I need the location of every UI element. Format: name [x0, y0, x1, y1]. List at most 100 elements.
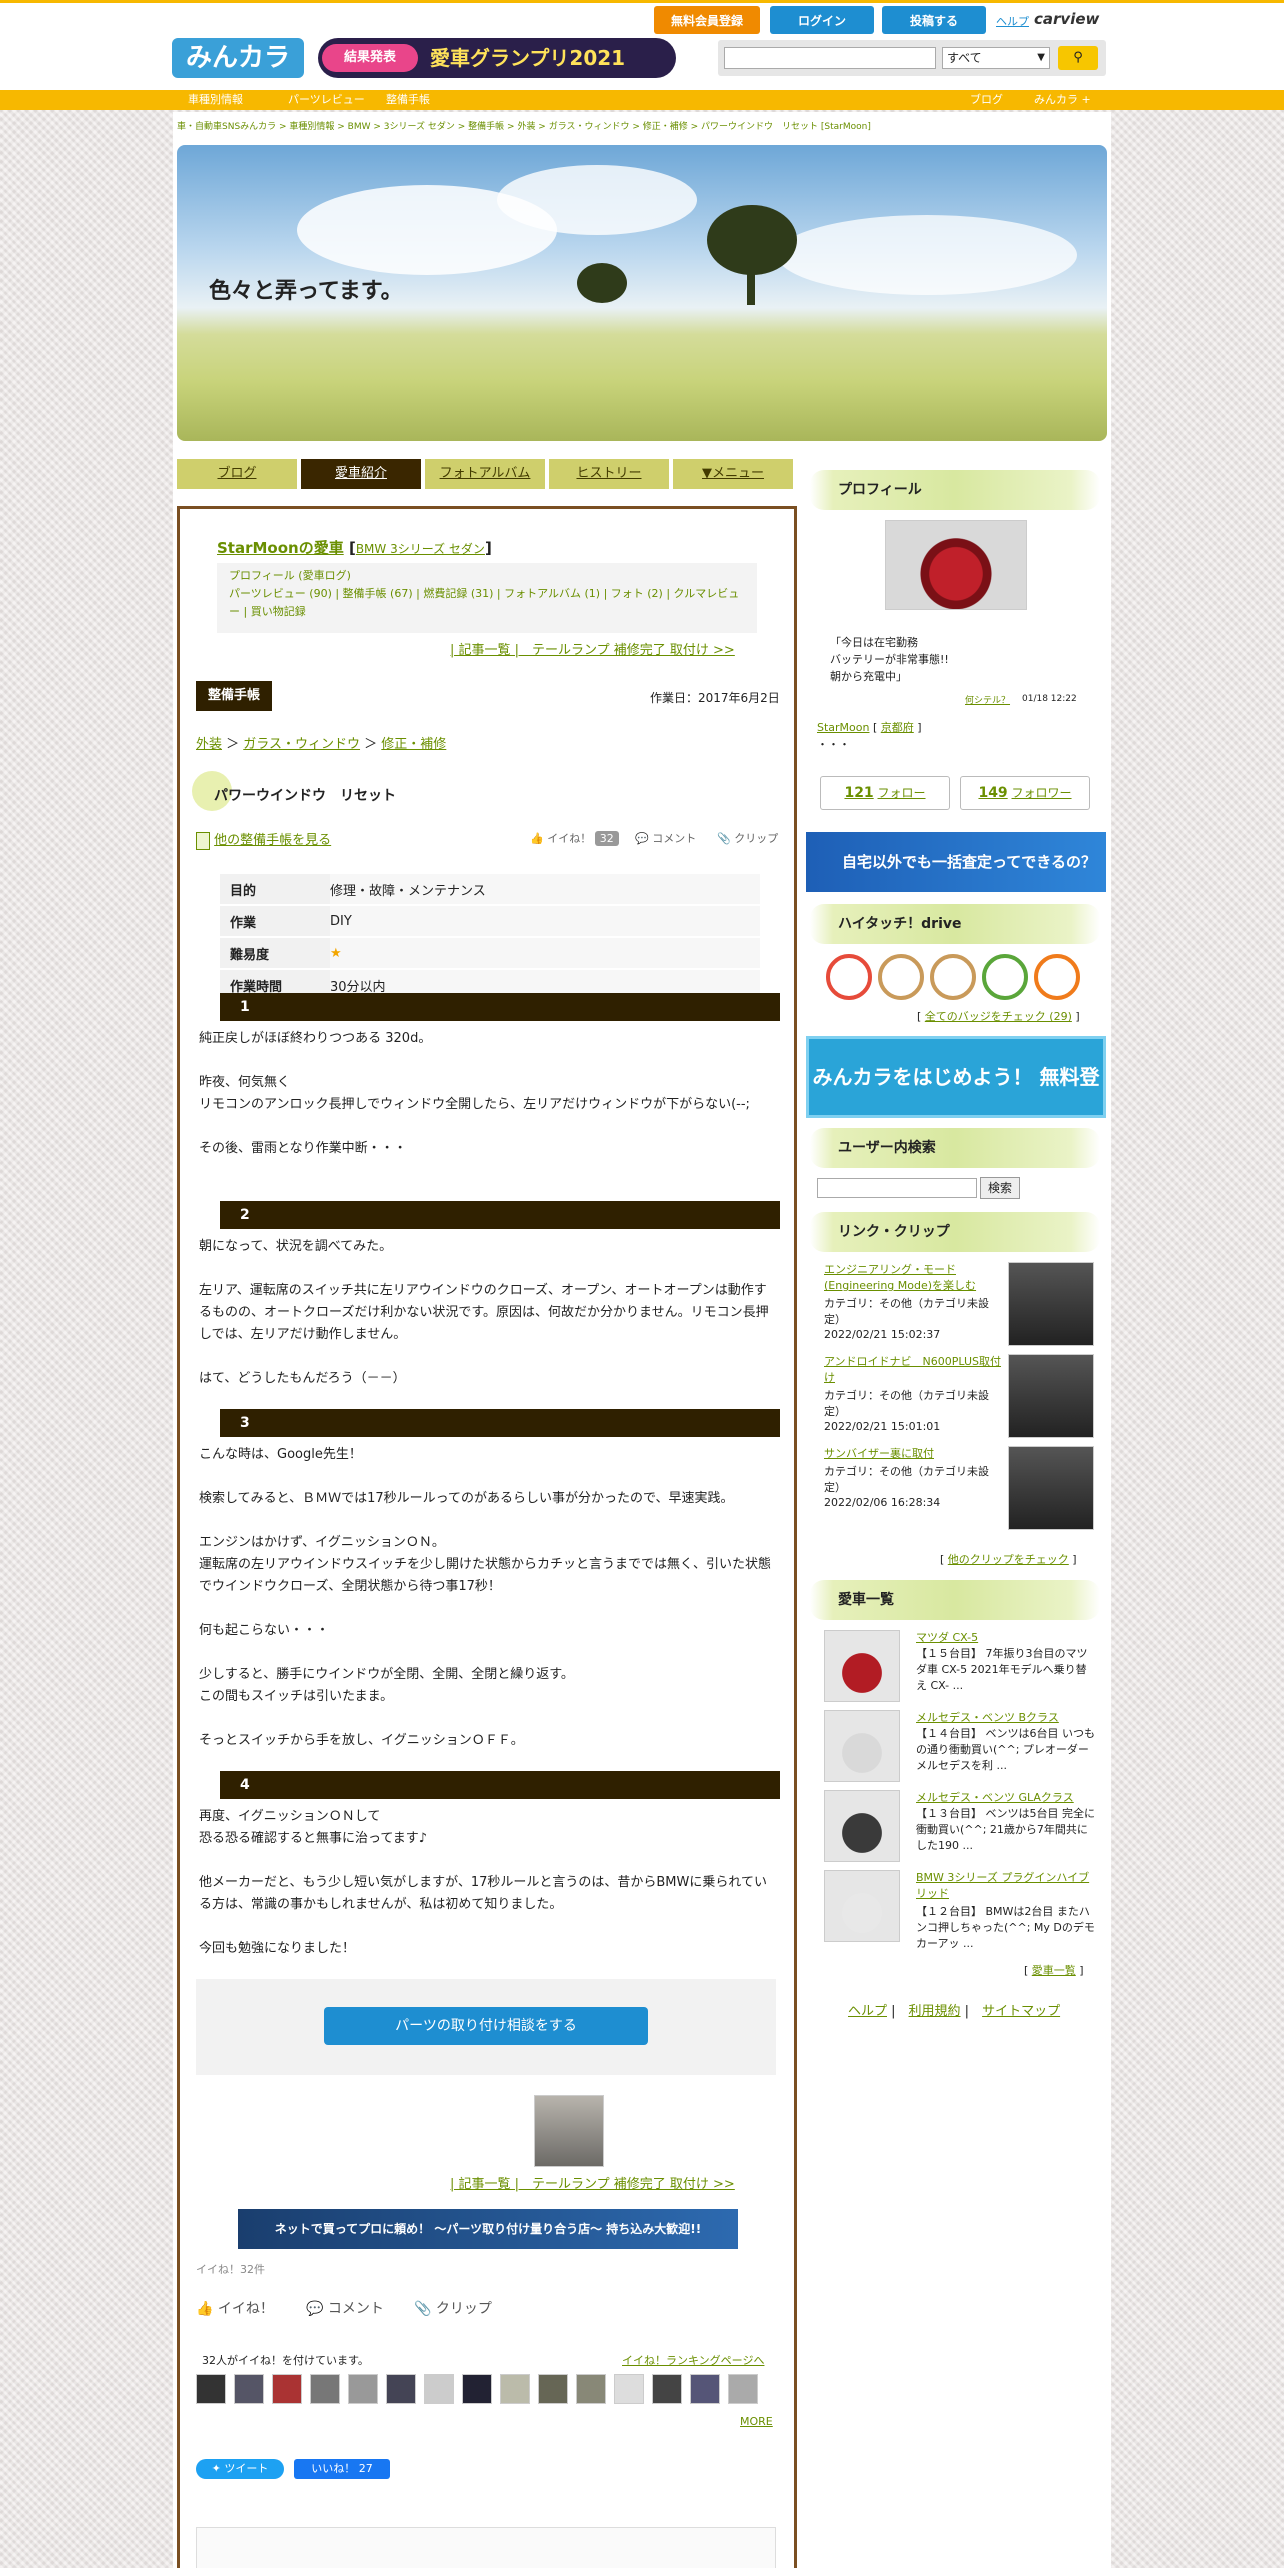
clip-title[interactable]: アンドロイドナビ N600PLUS取付け: [824, 1354, 1004, 1386]
follower-box[interactable]: 149 フォロワー: [960, 776, 1090, 810]
car-name-link[interactable]: メルセデス・ベンツ GLAクラス: [916, 1790, 1096, 1806]
site-logo[interactable]: みんカラ: [172, 38, 304, 78]
car-list-more-link[interactable]: 愛車一覧: [1032, 1964, 1076, 1977]
owner-car-link[interactable]: StarMoonの愛車: [217, 539, 344, 557]
parts-install-ad[interactable]: ネットで買ってプロに頼め！ ～パーツ取り付け量り合う店～ 持ち込み大歓迎!!: [238, 2209, 738, 2249]
tab-photo-album[interactable]: フォトアルバム: [425, 459, 545, 489]
hitouch-badge[interactable]: [878, 954, 924, 1000]
search-button[interactable]: ⚲: [1058, 46, 1098, 70]
car-name-link[interactable]: マツダ CX-5: [916, 1630, 1096, 1646]
status-link[interactable]: 何シテル？: [965, 693, 1010, 706]
liker-avatar[interactable]: [348, 2374, 378, 2404]
liker-avatar[interactable]: [462, 2374, 492, 2404]
footer-terms-link[interactable]: 利用規約: [909, 2004, 961, 2019]
user-link[interactable]: StarMoon: [817, 721, 869, 734]
related-products-strip[interactable]: [196, 2527, 776, 2568]
car-name-link[interactable]: BMW 3シリーズ プラグインハイブリッド: [916, 1870, 1096, 1902]
liker-avatar[interactable]: [538, 2374, 568, 2404]
next-article-thumbnail[interactable]: [534, 2095, 604, 2167]
car-thumbnail[interactable]: [824, 1630, 900, 1702]
hitouch-badge[interactable]: [826, 954, 872, 1000]
car-appraisal-ad[interactable]: 自宅以外でも一括査定ってできるの？: [806, 832, 1106, 892]
liker-avatar[interactable]: [424, 2374, 454, 2404]
liker-avatar[interactable]: [500, 2374, 530, 2404]
liker-avatar[interactable]: [614, 2374, 644, 2404]
clips-more-link[interactable]: 他のクリップをチェック: [948, 1553, 1069, 1566]
clip-thumbnail[interactable]: [1008, 1446, 1094, 1530]
clip-button[interactable]: 📎 クリップ: [414, 2298, 492, 2318]
tab-car-intro[interactable]: 愛車紹介: [301, 459, 421, 489]
footer-sitemap-link[interactable]: サイトマップ: [982, 2004, 1060, 2019]
article-nav-top[interactable]: | 記事一覧 | テールランプ 補修完了 取付け >>: [450, 639, 735, 658]
car-name-link[interactable]: メルセデス・ベンツ Bクラス: [916, 1710, 1096, 1726]
carview-logo[interactable]: carview: [1034, 10, 1099, 28]
liker-avatar[interactable]: [310, 2374, 340, 2404]
tab-menu[interactable]: ▼メニュー: [673, 459, 793, 489]
liker-avatar[interactable]: [652, 2374, 682, 2404]
liker-avatar[interactable]: [576, 2374, 606, 2404]
work-date: 作業日：2017年6月2日: [650, 691, 780, 705]
other-maintenance[interactable]: 他の整備手帳を見る: [196, 829, 331, 850]
car-links-box[interactable]: プロフィール (愛車ログ) パーツレビュー (90) | 整備手帳 (67) |…: [217, 563, 757, 633]
liker-avatar[interactable]: [728, 2374, 758, 2404]
article-nav-bottom[interactable]: | 記事一覧 | テールランプ 補修完了 取付け >>: [450, 2173, 735, 2192]
like-button[interactable]: 👍 イイね！: [196, 2298, 274, 2318]
liker-avatar[interactable]: [386, 2374, 416, 2404]
nav-car-info[interactable]: 車種別情報: [188, 90, 243, 110]
clip-thumbnail[interactable]: [1008, 1262, 1094, 1346]
search-category-value: すべて: [947, 51, 982, 65]
tweet-button[interactable]: ✦ ツイート: [196, 2459, 284, 2479]
nav-blog[interactable]: ブログ: [970, 90, 1003, 110]
more-likers-link[interactable]: MORE: [740, 2415, 773, 2428]
tab-history[interactable]: ヒストリー: [549, 459, 669, 489]
search-input[interactable]: [724, 47, 936, 69]
liker-avatar[interactable]: [234, 2374, 264, 2404]
category-link[interactable]: 修正・補修: [381, 737, 446, 752]
clip-title[interactable]: サンバイザー裏に取付: [824, 1446, 1004, 1462]
category-link[interactable]: 外装: [196, 737, 222, 752]
hitouch-badge[interactable]: [1034, 954, 1080, 1000]
car-thumbnail[interactable]: [824, 1790, 900, 1862]
like-ranking-link[interactable]: イイね！ランキングページへ: [622, 2352, 764, 2368]
car-thumbnail[interactable]: [824, 1870, 900, 1942]
help-link[interactable]: ヘルプ: [996, 13, 1029, 29]
user-area-link[interactable]: 京都府: [881, 721, 914, 734]
like-action[interactable]: 👍 イイね！ 32: [530, 830, 619, 846]
login-button[interactable]: ログイン: [770, 6, 874, 34]
liker-avatar[interactable]: [272, 2374, 302, 2404]
car-thumbnail[interactable]: [824, 1710, 900, 1782]
clip-thumbnail[interactable]: [1008, 1354, 1094, 1438]
profile-car-photo[interactable]: [885, 520, 1027, 610]
user-search-input[interactable]: [817, 1178, 977, 1198]
clip-action[interactable]: 📎 クリップ: [717, 830, 778, 846]
badge-check-link[interactable]: 全てのバッジをチェック (29): [925, 1010, 1072, 1023]
other-maintenance-link[interactable]: 他の整備手帳を見る: [214, 833, 331, 848]
nav-minkara-plus[interactable]: みんカラ +: [1034, 90, 1091, 110]
hitouch-badge[interactable]: [982, 954, 1028, 1000]
thumbs-up-icon: 👍: [530, 832, 544, 845]
tab-blog[interactable]: ブログ: [177, 459, 297, 489]
comment-action[interactable]: 💬 コメント: [635, 830, 696, 846]
signup-button[interactable]: 無料会員登録: [654, 6, 760, 34]
footer-help-link[interactable]: ヘルプ: [848, 2004, 887, 2019]
nav-maintenance[interactable]: 整備手帳: [386, 90, 430, 110]
search-category-select[interactable]: すべて ▼: [942, 47, 1050, 69]
paperclip-icon: 📎: [414, 2301, 432, 2317]
category-link[interactable]: ガラス・ウィンドウ: [243, 737, 360, 752]
liker-avatar[interactable]: [196, 2374, 226, 2404]
post-button[interactable]: 投稿する: [882, 6, 986, 34]
facebook-like-button[interactable]: いいね！ 27: [294, 2459, 390, 2479]
nav-parts-review[interactable]: パーツレビュー: [288, 90, 365, 110]
follow-box[interactable]: 121 フォロー: [820, 776, 950, 810]
breadcrumb[interactable]: 車・自動車SNSみんカラ > 車種別情報 > BMW > 3シリーズ セダン >…: [177, 119, 871, 132]
consult-button[interactable]: パーツの取り付け相談をする: [324, 2007, 648, 2045]
grandprix-banner[interactable]: 結果発表 愛車グランプリ2021: [318, 38, 676, 78]
clip-date: 2022/02/21 15:01:01: [824, 1420, 941, 1433]
car-model-link[interactable]: BMW 3シリーズ セダン: [356, 542, 485, 556]
user-search-button[interactable]: 検索: [980, 1177, 1020, 1199]
comment-button[interactable]: 💬 コメント: [306, 2298, 384, 2318]
minkara-signup-banner[interactable]: みんカラをはじめよう！ 無料登録: [806, 1036, 1106, 1165]
clip-title[interactable]: エンジニアリング・モード(Engineering Mode)を楽しむ: [824, 1262, 1004, 1294]
liker-avatar[interactable]: [690, 2374, 720, 2404]
hitouch-badge[interactable]: [930, 954, 976, 1000]
